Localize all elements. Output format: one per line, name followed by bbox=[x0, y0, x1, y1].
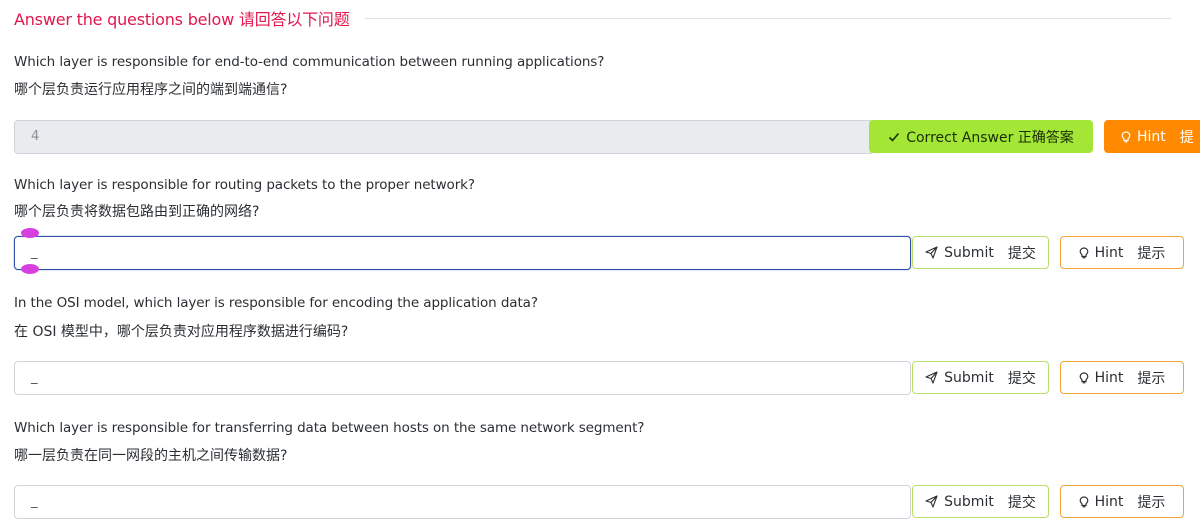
section-header: Answer the questions below 请回答以下问题 bbox=[14, 7, 1171, 29]
hint-label-zh: 提示 bbox=[1137, 245, 1166, 262]
question-2-hint-button[interactable]: Hint 提示 bbox=[1060, 236, 1184, 269]
submit-label-zh: 提交 bbox=[1007, 245, 1036, 262]
question-3-hint-button[interactable]: Hint 提示 bbox=[1060, 361, 1184, 394]
submit-label-zh: 提交 bbox=[1007, 494, 1036, 511]
section-title: Answer the questions below 请回答以下问题 bbox=[14, 10, 350, 29]
correct-answer-button: Correct Answer 正确答案 bbox=[869, 120, 1093, 153]
question-2-text-zh: 哪个层负责将数据包路由到正确的网络? bbox=[14, 204, 260, 220]
lightbulb-icon bbox=[1079, 495, 1089, 507]
question-3-text-en: In the OSI model, which layer is respons… bbox=[14, 295, 538, 311]
paper-plane-icon bbox=[925, 246, 938, 259]
hint-label: Hint bbox=[1094, 369, 1124, 386]
question-4-hint-button[interactable]: Hint 提示 bbox=[1060, 485, 1184, 518]
question-2-text-en: Which layer is responsible for routing p… bbox=[14, 177, 475, 193]
hint-label: Hint bbox=[1137, 128, 1166, 145]
submit-label: Submit bbox=[944, 369, 994, 386]
correct-answer-label: Correct Answer 正确答案 bbox=[906, 129, 1074, 146]
paper-plane-icon bbox=[925, 495, 938, 508]
question-3-answer-input[interactable]: _ bbox=[14, 361, 911, 395]
check-icon bbox=[889, 132, 900, 142]
question-1-hint-button[interactable]: Hint 提 bbox=[1104, 120, 1200, 153]
lightbulb-icon bbox=[1121, 130, 1131, 142]
question-3-text-zh: 在 OSI 模型中，哪个层负责对应用程序数据进行编码? bbox=[14, 324, 349, 340]
question-1-text-zh: 哪个层负责运行应用程序之间的端到端通信? bbox=[14, 82, 288, 98]
submit-label: Submit bbox=[944, 493, 994, 510]
hint-label: Hint bbox=[1094, 493, 1124, 510]
question-1-answer-field: 4 bbox=[14, 120, 874, 154]
paper-plane-icon bbox=[925, 371, 938, 384]
submit-label: Submit bbox=[944, 244, 994, 261]
hint-label-zh: 提示 bbox=[1137, 370, 1166, 387]
question-4-text-en: Which layer is responsible for transferr… bbox=[14, 420, 645, 436]
question-2-submit-button[interactable]: Submit 提交 bbox=[912, 236, 1049, 269]
hint-label: Hint bbox=[1094, 244, 1124, 261]
question-4-text-zh: 哪一层负责在同一网段的主机之间传输数据? bbox=[14, 448, 288, 464]
question-3-submit-button[interactable]: Submit 提交 bbox=[912, 361, 1049, 394]
hint-label-zh: 提示 bbox=[1137, 494, 1166, 511]
question-2-answer-input[interactable]: _ bbox=[14, 236, 911, 270]
submit-label-zh: 提交 bbox=[1007, 370, 1036, 387]
lightbulb-icon bbox=[1079, 246, 1089, 258]
text-cursor-handle-top[interactable] bbox=[21, 228, 39, 238]
lightbulb-icon bbox=[1079, 371, 1089, 383]
hint-label-zh: 提 bbox=[1179, 129, 1194, 146]
text-cursor-handle-bottom[interactable] bbox=[21, 264, 39, 274]
header-divider bbox=[364, 17, 1171, 19]
question-1-text-en: Which layer is responsible for end-to-en… bbox=[14, 54, 605, 70]
question-4-answer-input[interactable]: _ bbox=[14, 485, 911, 519]
question-4-submit-button[interactable]: Submit 提交 bbox=[912, 485, 1049, 518]
